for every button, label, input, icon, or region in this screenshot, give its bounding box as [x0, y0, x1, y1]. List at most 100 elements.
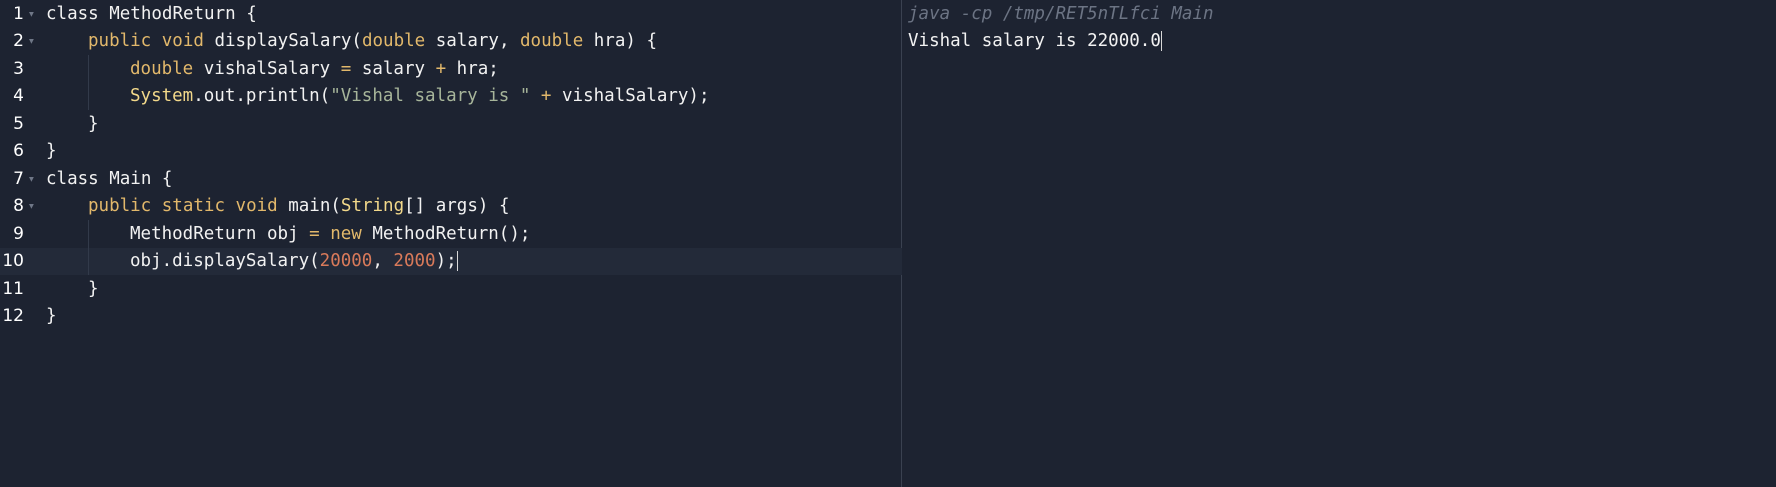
line-number: 2	[13, 31, 24, 52]
code-line[interactable]: 5}	[0, 110, 902, 138]
code-token: ,	[372, 251, 394, 272]
code-token: class	[46, 3, 99, 24]
code-token: [] args) {	[404, 196, 510, 217]
code-token: MethodReturn obj	[130, 223, 310, 244]
line-gutter: 1 ▼	[0, 0, 36, 28]
code-token: double	[520, 31, 584, 52]
program-output-line: Vishal salary is 22000.0	[908, 28, 1162, 56]
fold-arrow-icon[interactable]: ▼	[29, 174, 34, 183]
code-text: System .out.println("Vishal salary is " +…	[36, 82, 710, 110]
code-token: displaySalary(	[203, 31, 362, 52]
output-console[interactable]: java -cp /tmp/RET5nTLfci Main Vishal sal…	[902, 0, 1776, 487]
code-text: class MethodReturn {	[36, 0, 257, 28]
line-number: 7	[13, 168, 24, 189]
code-token: MethodReturn {	[98, 3, 257, 24]
indent-guide	[88, 55, 89, 83]
code-token: vishalSalary	[193, 58, 341, 79]
code-line[interactable]: 6}	[0, 138, 902, 166]
line-number: 5	[13, 113, 24, 134]
line-number: 8	[13, 196, 24, 217]
code-token: hra) {	[583, 31, 657, 52]
line-number: 11	[2, 278, 24, 299]
code-token: void	[235, 196, 278, 217]
code-token: +	[540, 86, 552, 107]
line-gutter: 9	[0, 220, 36, 248]
indent-guide	[88, 247, 89, 275]
code-token: hra;	[446, 58, 499, 79]
code-token: }	[88, 113, 99, 134]
line-number: 9	[13, 223, 24, 244]
line-gutter: 6	[0, 138, 36, 166]
line-gutter: 3	[0, 55, 36, 83]
code-line[interactable]: 2 ▼ public void displaySalary(double salar…	[0, 28, 902, 56]
code-token: new	[330, 223, 362, 244]
indent-guide	[88, 220, 89, 248]
code-text: }	[36, 138, 57, 166]
code-token: double	[130, 58, 194, 79]
code-line[interactable]: 4 System .out.println("Vishal salary is " …	[0, 82, 902, 110]
code-token: public	[88, 31, 152, 52]
code-token: String	[340, 196, 405, 217]
code-token: =	[309, 223, 320, 244]
line-gutter: 7 ▼	[0, 165, 36, 193]
code-text: public static void main(String[] args) {	[36, 193, 509, 221]
code-line[interactable]: 12}	[0, 303, 902, 331]
line-number: 3	[13, 58, 24, 79]
code-line[interactable]: 11}	[0, 275, 902, 303]
fold-arrow-icon[interactable]: ▼	[29, 202, 34, 211]
code-line[interactable]: 10 obj.displaySalary(20000, 2000);	[0, 247, 902, 276]
code-line[interactable]: 3 double vishalSalary = salary + hra;	[0, 55, 902, 83]
code-line[interactable]: 9 MethodReturn obj = new MethodReturn();	[0, 220, 902, 248]
fold-arrow-icon[interactable]: ▼	[29, 37, 34, 46]
code-text: }	[36, 303, 57, 331]
code-token: salary,	[425, 31, 521, 52]
code-token: }	[46, 141, 57, 162]
fold-arrow-icon[interactable]: ▼	[29, 9, 34, 18]
code-token: 2000	[393, 251, 436, 272]
code-token: double	[361, 31, 426, 52]
line-number: 12	[2, 306, 24, 327]
line-gutter: 2 ▼	[0, 28, 36, 56]
line-number: 4	[13, 86, 24, 107]
code-text: double vishalSalary = salary + hra;	[36, 55, 499, 83]
code-line[interactable]: 7 ▼ class Main {	[0, 165, 902, 193]
text-cursor	[456, 251, 458, 272]
code-token: vishalSalary);	[551, 86, 710, 107]
output-cursor	[1160, 31, 1162, 52]
code-token: .out.println(	[193, 86, 331, 107]
code-token: "Vishal salary is "	[330, 86, 531, 107]
code-token: void	[161, 31, 204, 52]
code-text: MethodReturn obj = new MethodReturn();	[36, 220, 530, 248]
code-token: System	[130, 86, 194, 107]
code-token: MethodReturn();	[361, 223, 531, 244]
program-output: Vishal salary is 22000.0	[908, 31, 1161, 52]
code-token: }	[88, 278, 99, 299]
line-number: 6	[13, 141, 24, 162]
code-token: obj.displaySalary(	[130, 251, 320, 272]
code-token: +	[435, 58, 447, 79]
code-token: =	[340, 58, 352, 79]
code-editor[interactable]: 1 ▼ class MethodReturn {2 ▼ public void disp…	[0, 0, 902, 487]
indent-guide	[88, 82, 89, 110]
code-text: public void displaySalary(double salary,…	[36, 28, 657, 56]
ide-window: 1 ▼ class MethodReturn {2 ▼ public void disp…	[0, 0, 1776, 487]
line-gutter: 8 ▼	[0, 193, 36, 221]
line-gutter: 10	[0, 248, 36, 276]
code-line[interactable]: 8 ▼ public static void main(String[] args)…	[0, 193, 902, 221]
code-token: );	[435, 251, 457, 272]
code-text: }	[36, 110, 99, 138]
code-text: obj.displaySalary(20000, 2000);	[36, 247, 458, 275]
line-number: 1	[13, 3, 24, 24]
code-line[interactable]: 1 ▼ class MethodReturn {	[0, 0, 902, 28]
code-token: public	[88, 196, 152, 217]
code-token: static	[161, 196, 225, 217]
code-token: Main {	[98, 168, 173, 189]
line-number: 10	[2, 251, 24, 272]
code-text: class Main {	[36, 165, 172, 193]
code-token: salary	[351, 58, 436, 79]
code-token: }	[46, 306, 57, 327]
